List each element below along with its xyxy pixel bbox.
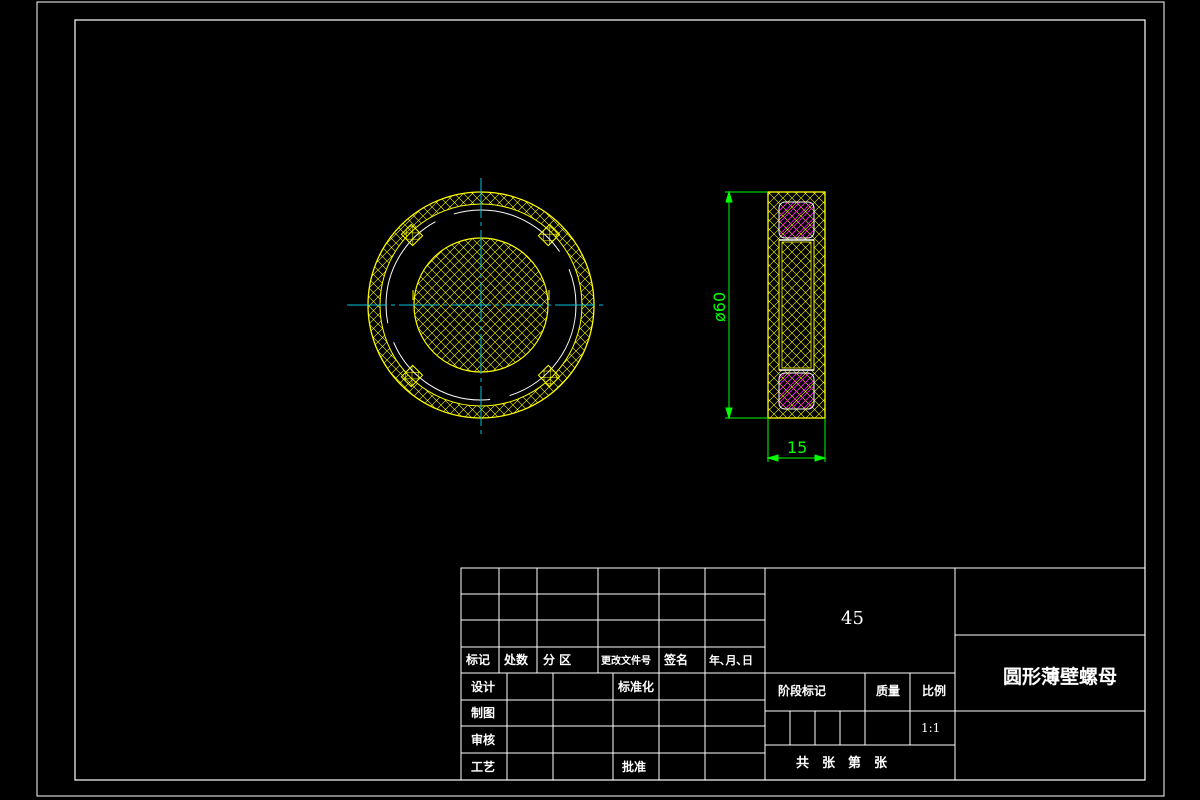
part-name: 圆形薄壁螺母 [1003,665,1117,688]
role-standard: 标准化 [617,679,654,694]
rev-header-sign: 签名 [663,652,688,667]
rev-header-count: 处数 [503,652,529,667]
role-draw: 制图 [471,705,495,720]
thread-top [778,201,815,239]
sheet-count: 共 张 第 张 [796,755,888,771]
rev-header-mark: 标记 [465,652,490,667]
role-approve: 批准 [622,759,646,774]
role-review: 审核 [471,732,495,747]
front-view [347,178,607,435]
rev-header-date: 年､月､日 [709,653,753,667]
scale-label: 比例 [922,683,946,698]
material-label: 45 [841,608,864,629]
thread-bottom [778,372,815,410]
role-design: 设计 [471,679,495,694]
stage-mark-label: 阶段标记 [778,683,826,698]
outer-border [36,1,1165,797]
diameter-label: ø60 [710,292,729,322]
scale-value: 1:1 [921,721,940,735]
cad-drawing: ø60 15 标记 处数 分 区 更改文件号 签名 年､月､日 设计 制图 审核… [36,1,1165,797]
dimension-diameter [725,190,768,420]
weight-label: 质量 [876,683,900,698]
rev-header-zone: 分 区 [543,652,571,667]
rev-header-doc: 更改文件号 [601,654,651,667]
side-view [767,191,826,419]
role-process: 工艺 [471,759,495,774]
thickness-label: 15 [787,438,807,457]
